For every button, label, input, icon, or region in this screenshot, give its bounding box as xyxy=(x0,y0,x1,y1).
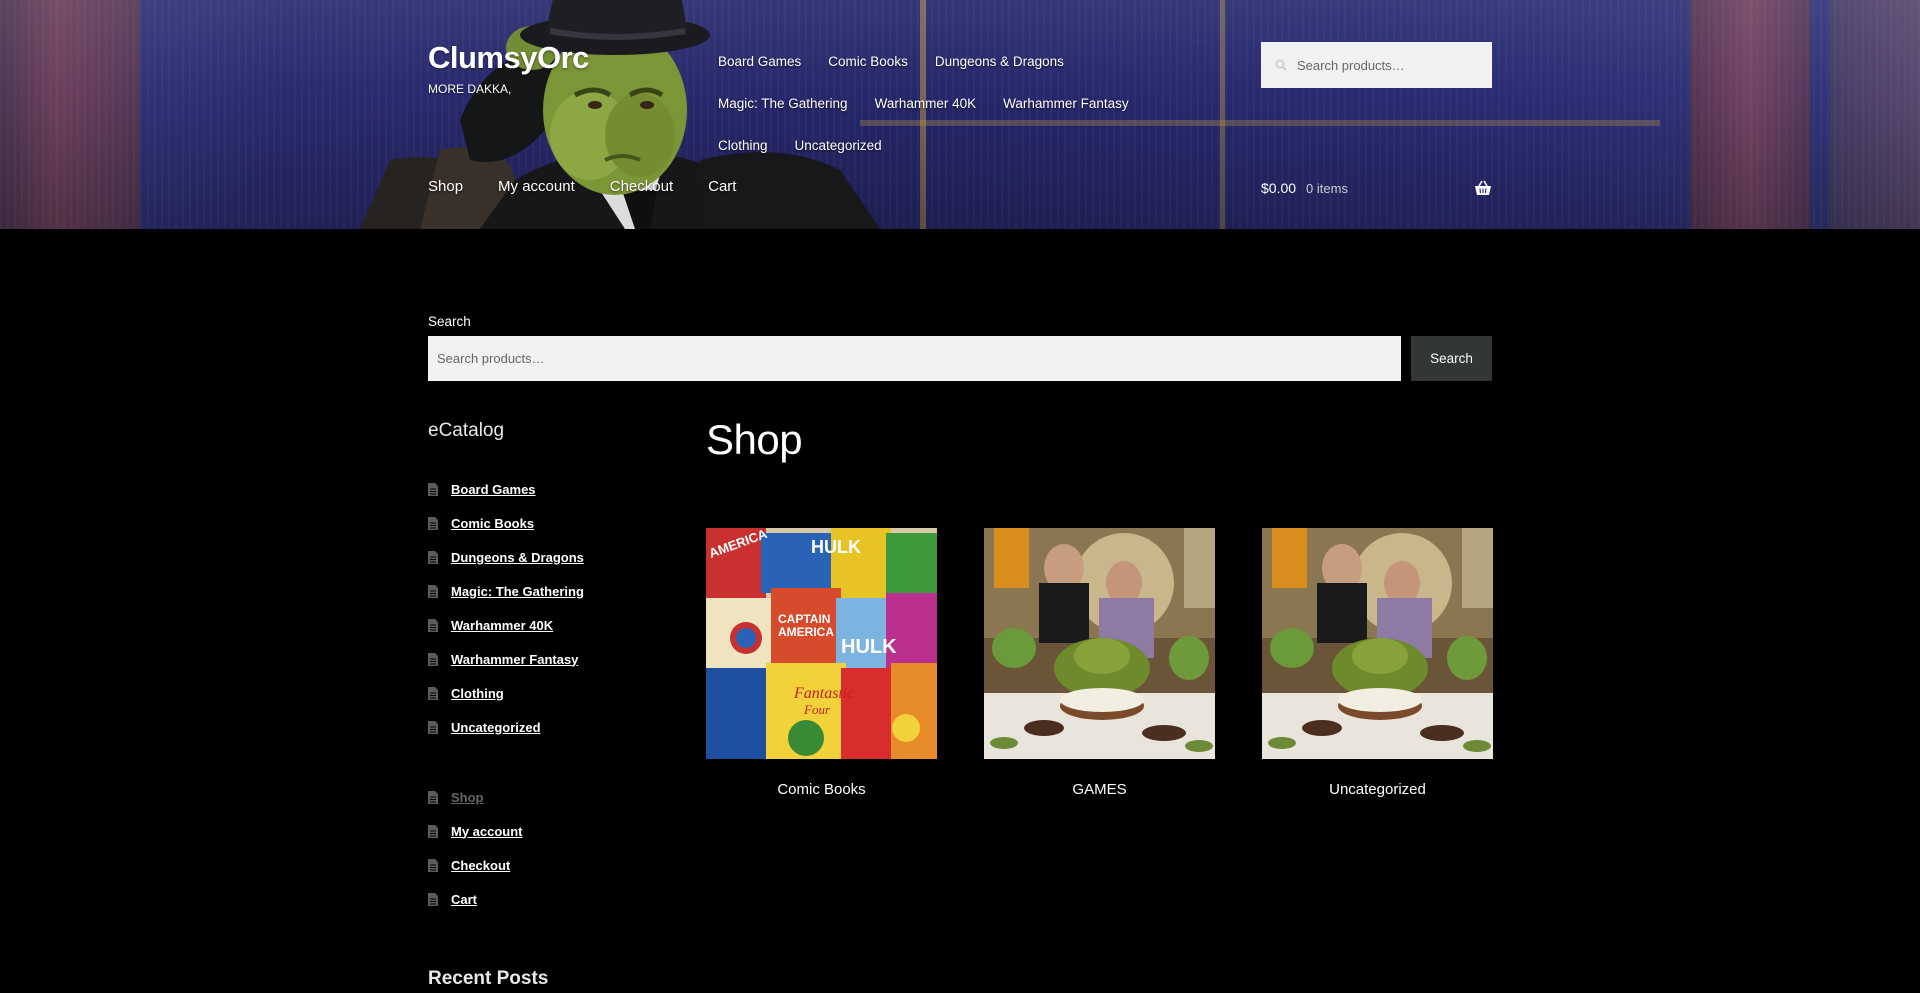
svg-text:HULK: HULK xyxy=(811,537,861,557)
document-icon xyxy=(428,584,438,598)
header-search xyxy=(1261,42,1492,88)
svg-text:AMERICA: AMERICA xyxy=(778,625,834,639)
category-item: Magic: The Gathering xyxy=(428,574,678,608)
site-tagline: MORE DAKKA, xyxy=(428,82,512,96)
sidebar-link-uncategorized[interactable]: Uncategorized xyxy=(451,720,541,735)
search-icon xyxy=(1275,59,1287,71)
document-icon xyxy=(428,892,438,906)
secondary-nav-clothing[interactable]: Clothing xyxy=(718,134,768,176)
document-icon xyxy=(428,482,438,496)
search-button[interactable]: Search xyxy=(1411,336,1492,381)
page-item: My account xyxy=(428,814,678,848)
category-card-comic-books[interactable]: AMERICA HULK HULK CAPTAIN AMERICA Fantas… xyxy=(706,528,937,798)
category-name[interactable]: Uncategorized xyxy=(1262,781,1493,798)
header-search-input[interactable] xyxy=(1297,57,1477,73)
page-item: Shop xyxy=(428,780,678,814)
secondary-nav-uncategorized[interactable]: Uncategorized xyxy=(795,134,882,176)
document-icon xyxy=(428,720,438,734)
document-icon xyxy=(428,652,438,666)
orc-dinner-image[interactable] xyxy=(984,528,1215,759)
category-item: Clothing xyxy=(428,676,678,710)
product-category-grid: AMERICA HULK HULK CAPTAIN AMERICA Fantas… xyxy=(706,528,1493,798)
recent-posts-title: Recent Posts xyxy=(428,968,549,989)
secondary-nav-board-games[interactable]: Board Games xyxy=(718,50,801,92)
site-branding: ClumsyOrc MORE DAKKA, xyxy=(428,40,589,96)
sidebar-page-cart[interactable]: Cart xyxy=(451,892,477,907)
sidebar-page-my-account[interactable]: My account xyxy=(451,824,523,839)
category-item: Dungeons & Dragons xyxy=(428,540,678,574)
svg-text:CAPTAIN: CAPTAIN xyxy=(778,612,830,626)
comic-collage-image[interactable]: AMERICA HULK HULK CAPTAIN AMERICA Fantas… xyxy=(706,528,937,759)
secondary-nav-comic-books[interactable]: Comic Books xyxy=(828,50,908,92)
sidebar-link-warhammer-fantasy[interactable]: Warhammer Fantasy xyxy=(451,652,578,667)
document-icon xyxy=(428,550,438,564)
document-icon xyxy=(428,516,438,530)
sidebar-link-comic-books[interactable]: Comic Books xyxy=(451,516,534,531)
sidebar-page-shop[interactable]: Shop xyxy=(451,790,484,805)
sidebar-page-checkout[interactable]: Checkout xyxy=(451,858,510,873)
primary-navigation: Shop My account Checkout Cart xyxy=(428,178,771,195)
category-item: Warhammer Fantasy xyxy=(428,642,678,676)
main-content: Shop AMERICA HULK HULK CAPTAIN AMERICA F… xyxy=(706,416,1493,798)
basket-icon xyxy=(1475,180,1491,195)
ecatalog-widget: eCatalog Board Games Comic Books Dungeon… xyxy=(428,420,678,744)
secondary-nav-magic-the-gathering[interactable]: Magic: The Gathering xyxy=(718,92,848,134)
cart-amount: $0.00 xyxy=(1261,180,1297,196)
primary-nav-my-account[interactable]: My account xyxy=(498,178,575,195)
category-item: Board Games xyxy=(428,472,678,506)
sidebar-link-clothing[interactable]: Clothing xyxy=(451,686,504,701)
primary-nav-checkout[interactable]: Checkout xyxy=(610,178,673,195)
secondary-nav-warhammer-40k[interactable]: Warhammer 40K xyxy=(875,92,977,134)
primary-nav-cart[interactable]: Cart xyxy=(708,178,736,195)
ecatalog-title: eCatalog xyxy=(428,420,505,441)
sidebar-link-board-games[interactable]: Board Games xyxy=(451,482,536,497)
category-name[interactable]: GAMES xyxy=(984,781,1215,798)
page-item: Cart xyxy=(428,882,678,916)
search-label: Search xyxy=(428,314,471,329)
page-title: Shop xyxy=(706,416,803,463)
svg-text:HULK: HULK xyxy=(841,636,897,658)
product-search-input[interactable] xyxy=(428,336,1401,381)
category-item: Warhammer 40K xyxy=(428,608,678,642)
sidebar-link-warhammer-40k[interactable]: Warhammer 40K xyxy=(451,618,553,633)
document-icon xyxy=(428,824,438,838)
document-icon xyxy=(428,618,438,632)
site-header: ClumsyOrc MORE DAKKA, Board Games Comic … xyxy=(0,0,1920,229)
category-name[interactable]: Comic Books xyxy=(706,781,937,798)
mini-cart[interactable]: $0.00 0 items xyxy=(1261,180,1492,196)
secondary-nav-warhammer-fantasy[interactable]: Warhammer Fantasy xyxy=(1003,92,1129,134)
orc-dinner-image[interactable] xyxy=(1262,528,1493,759)
category-card-games[interactable]: GAMES xyxy=(984,528,1215,798)
category-item: Comic Books xyxy=(428,506,678,540)
secondary-nav-dungeons-dragons[interactable]: Dungeons & Dragons xyxy=(935,50,1064,92)
sidebar: eCatalog Board Games Comic Books Dungeon… xyxy=(428,420,678,990)
product-search-widget: Search Search xyxy=(428,314,1492,381)
category-card-uncategorized[interactable]: Uncategorized xyxy=(1262,528,1493,798)
svg-text:Four: Four xyxy=(803,702,831,717)
svg-text:Fantastic: Fantastic xyxy=(793,685,854,702)
page-item: Checkout xyxy=(428,848,678,882)
sidebar-link-magic-the-gathering[interactable]: Magic: The Gathering xyxy=(451,584,584,599)
sidebar-link-dungeons-dragons[interactable]: Dungeons & Dragons xyxy=(451,550,584,565)
document-icon xyxy=(428,686,438,700)
pages-widget: Shop My account Checkout Cart xyxy=(428,780,678,916)
document-icon xyxy=(428,790,438,804)
category-item: Uncategorized xyxy=(428,710,678,744)
document-icon xyxy=(428,858,438,872)
site-title[interactable]: ClumsyOrc xyxy=(428,40,589,76)
cart-item-count: 0 items xyxy=(1306,180,1348,196)
secondary-navigation: Board Games Comic Books Dungeons & Drago… xyxy=(718,50,1218,176)
primary-nav-shop[interactable]: Shop xyxy=(428,178,463,195)
